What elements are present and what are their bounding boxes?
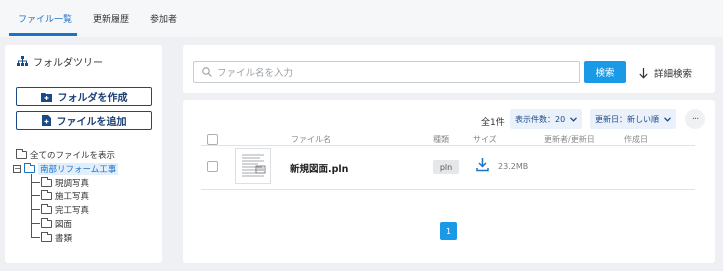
hierarchy-icon — [17, 56, 28, 66]
add-file-button[interactable]: ファイルを追加 — [16, 111, 152, 130]
column-header-type[interactable]: 種類 — [433, 134, 449, 145]
folder-icon — [41, 177, 52, 187]
collapse-icon[interactable]: − — [13, 165, 21, 173]
file-list-panel: 全1件 表示件数：20 更新日：新しい順 ··· ファイル名 種類 サイズ 更新… — [183, 100, 715, 263]
tree-item-construction-photos[interactable]: 施工写真 — [41, 190, 89, 202]
column-header-name[interactable]: ファイル名 — [291, 134, 331, 145]
file-size: 23.2MB — [498, 162, 529, 171]
tab-participants[interactable]: 参加者 — [150, 12, 177, 25]
active-tab-indicator — [9, 33, 77, 36]
search-icon — [202, 67, 212, 77]
folder-icon — [24, 163, 35, 173]
tree-item-label: 全てのファイルを表示 — [30, 151, 116, 161]
tree-connector — [31, 195, 40, 196]
advanced-search-label: 詳細検索 — [654, 69, 693, 80]
column-header-size[interactable]: サイズ — [473, 134, 497, 145]
chevron-down-icon — [570, 116, 578, 122]
ellipsis-icon: ··· — [691, 113, 699, 125]
sort-select[interactable]: 更新日：新しい順 — [590, 109, 676, 129]
drawing-thumbnail-icon — [242, 154, 266, 177]
tree-item-site-survey-photos[interactable]: 現調写真 — [41, 177, 89, 189]
tree-item-label: 施工写真 — [55, 192, 90, 202]
result-count: 全1件 — [481, 118, 505, 128]
tree-item-label: 図面 — [55, 220, 73, 230]
row-checkbox[interactable] — [207, 161, 218, 172]
file-plus-icon — [41, 115, 51, 126]
tree-item-label: 南部リフォーム工事 — [38, 163, 119, 175]
tree-item-label: 完工写真 — [55, 206, 90, 216]
chevron-down-icon — [664, 116, 671, 122]
tree-item-documents[interactable]: 書類 — [41, 232, 72, 244]
advanced-search-button[interactable]: 詳細検索 — [639, 66, 692, 80]
folder-icon — [41, 218, 52, 228]
download-icon — [476, 158, 489, 172]
folder-icon — [16, 149, 27, 159]
folder-tree-title: フォルダツリー — [17, 54, 103, 69]
page-number: 1 — [445, 226, 452, 236]
file-type-badge: pln — [433, 160, 459, 174]
tab-update-history[interactable]: 更新履歴 — [93, 12, 129, 25]
file-thumbnail[interactable] — [235, 148, 271, 184]
folder-tree-title-text: フォルダツリー — [33, 58, 103, 69]
file-name[interactable]: 新規図面.pln — [290, 161, 348, 175]
tab-file-list[interactable]: ファイル一覧 — [18, 12, 72, 25]
tree-item-label: 現調写真 — [55, 179, 90, 189]
tree-item-drawings[interactable]: 図面 — [41, 218, 72, 230]
search-panel: ファイル名を入力 検索 詳細検索 — [183, 45, 715, 93]
column-header-created[interactable]: 作成日 — [624, 134, 648, 145]
folder-icon — [41, 232, 52, 242]
tree-item-label: 書類 — [55, 234, 73, 244]
per-page-select[interactable]: 表示件数：20 — [510, 109, 583, 129]
tab-bar: ファイル一覧 更新履歴 参加者 — [0, 0, 723, 37]
create-folder-label: フォルダを作成 — [57, 93, 128, 104]
create-folder-button[interactable]: フォルダを作成 — [16, 87, 152, 106]
tree-item-root[interactable]: 南部リフォーム工事 — [24, 163, 119, 175]
arrow-down-icon — [639, 67, 648, 79]
select-all-checkbox[interactable] — [207, 134, 218, 145]
add-file-label: ファイルを追加 — [56, 117, 127, 128]
download-button[interactable] — [476, 157, 489, 175]
folder-icon — [41, 204, 52, 214]
tree-connector — [31, 237, 40, 238]
search-input[interactable]: ファイル名を入力 — [193, 61, 580, 83]
folder-plus-icon — [40, 92, 52, 102]
search-button-label: 検索 — [595, 68, 615, 79]
tree-connector — [31, 223, 40, 224]
column-header-updater[interactable]: 更新者/更新日 — [544, 134, 595, 145]
folder-tree-panel: フォルダツリー フォルダを作成 ファイルを追加 全てのファイルを表示 − 南部リ… — [5, 45, 162, 263]
tree-connector — [31, 174, 32, 237]
tree-connector — [31, 182, 40, 183]
row-divider — [201, 189, 695, 190]
pagination-page-1[interactable]: 1 — [440, 222, 457, 240]
search-placeholder: ファイル名を入力 — [217, 68, 294, 79]
folder-icon — [41, 190, 52, 200]
sort-label: 更新日：新しい順 — [595, 114, 659, 124]
tree-item-completion-photos[interactable]: 完工写真 — [41, 204, 89, 216]
per-page-label: 表示件数：20 — [515, 114, 566, 124]
tree-item-all-files[interactable]: 全てのファイルを表示 — [16, 149, 115, 161]
tree-connector — [31, 209, 40, 210]
header-divider — [201, 145, 695, 146]
more-options-button[interactable]: ··· — [685, 109, 705, 129]
file-type-label: pln — [439, 162, 453, 172]
search-button[interactable]: 検索 — [584, 61, 626, 83]
